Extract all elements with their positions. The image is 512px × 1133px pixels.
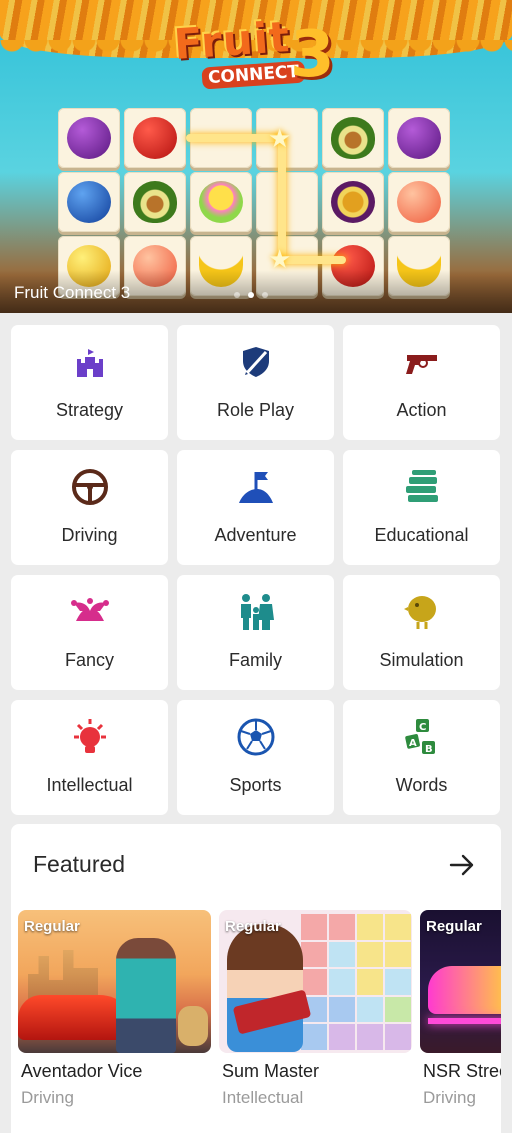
game-thumbnail: Regular [420,910,501,1053]
category-label: Driving [61,525,118,545]
featured-section: Featured Regular Aventador Vice Driving … [11,824,501,1133]
star-icon: ★ [268,244,292,274]
game-tag: Regular [24,918,80,935]
tile-caterpillar [190,172,252,232]
jester-hat-icon [70,592,110,632]
game-tag: Regular [225,918,281,935]
category-adventure[interactable]: Adventure [177,450,334,565]
featured-card-sum-master[interactable]: Regular Sum Master Intellectual [219,910,412,1108]
game-thumbnail: Regular [18,910,211,1053]
category-educational[interactable]: Educational [343,450,500,565]
category-label: Strategy [55,400,124,420]
game-name: Aventador Vice [21,1061,143,1081]
revolver-icon [402,342,442,382]
chick-icon [402,592,442,632]
shield-sword-icon [236,342,276,382]
castle-icon [70,342,110,382]
steering-wheel-icon [70,467,110,507]
game-thumbnail: Regular [219,910,412,1053]
carousel-dot [262,292,268,298]
tile-peach [388,172,450,232]
category-label: Words [395,775,448,795]
category-grid: Strategy Role Play Action Driving Advent… [11,325,501,815]
category-intellectual[interactable]: Intellectual [11,700,168,815]
flag-hill-icon [236,467,276,507]
category-label: Action [396,400,447,420]
category-label: Family [229,650,282,670]
star-icon: ★ [268,123,292,153]
category-simulation[interactable]: Simulation [343,575,500,690]
carousel-dot-active [248,292,254,298]
carousel-dot [234,292,240,298]
category-action[interactable]: Action [343,325,500,440]
game-category: Driving [423,1088,476,1107]
tile-empty [256,172,318,232]
game-tag: Regular [426,918,482,935]
category-driving[interactable]: Driving [11,450,168,565]
tile-plum [58,108,120,168]
category-label: Simulation [379,650,464,670]
category-words[interactable]: CAB Words [343,700,500,815]
tile-passionfruit [322,172,384,232]
game-logo: Fruit CONNECT 3 [168,10,358,100]
tile-apple [124,108,186,168]
category-label: Adventure [214,525,297,545]
banner-title: Fruit Connect 3 [14,283,131,302]
tile-avocado [124,172,186,232]
category-strategy[interactable]: Strategy [11,325,168,440]
soccer-ball-icon [236,717,276,757]
promo-banner[interactable]: Fruit CONNECT 3 ★ ★ Fruit Connect 3 [0,0,512,313]
svg-text:B: B [425,744,433,755]
category-label: Educational [374,525,469,545]
category-label: Intellectual [46,775,133,795]
featured-card-aventador-vice[interactable]: Regular Aventador Vice Driving [18,910,211,1108]
logo-number: 3 [290,18,335,92]
tile-plum [388,108,450,168]
featured-card-nsr-street[interactable]: Regular NSR Street Driving [420,910,501,1108]
game-name: NSR Street [423,1061,501,1081]
family-icon [236,592,276,632]
svg-text:C: C [419,722,426,733]
carousel-indicator [234,292,268,298]
category-label: Role Play [216,400,295,420]
featured-title: Featured [33,851,126,877]
game-category: Intellectual [222,1088,304,1107]
lightbulb-icon [70,717,110,757]
svg-text:A: A [409,738,417,749]
game-name: Sum Master [222,1061,320,1081]
game-category: Driving [21,1088,74,1107]
category-family[interactable]: Family [177,575,334,690]
tile-avocado [322,108,384,168]
books-icon [402,467,442,507]
tile-blueberry [58,172,120,232]
category-label: Sports [229,775,282,795]
connect-path [282,256,346,264]
category-role-play[interactable]: Role Play [177,325,334,440]
logo-word-fruit: Fruit [172,12,292,69]
letter-blocks-icon: CAB [402,717,442,757]
arrow-right-icon[interactable] [447,850,477,880]
category-fancy[interactable]: Fancy [11,575,168,690]
category-sports[interactable]: Sports [177,700,334,815]
category-label: Fancy [64,650,115,670]
